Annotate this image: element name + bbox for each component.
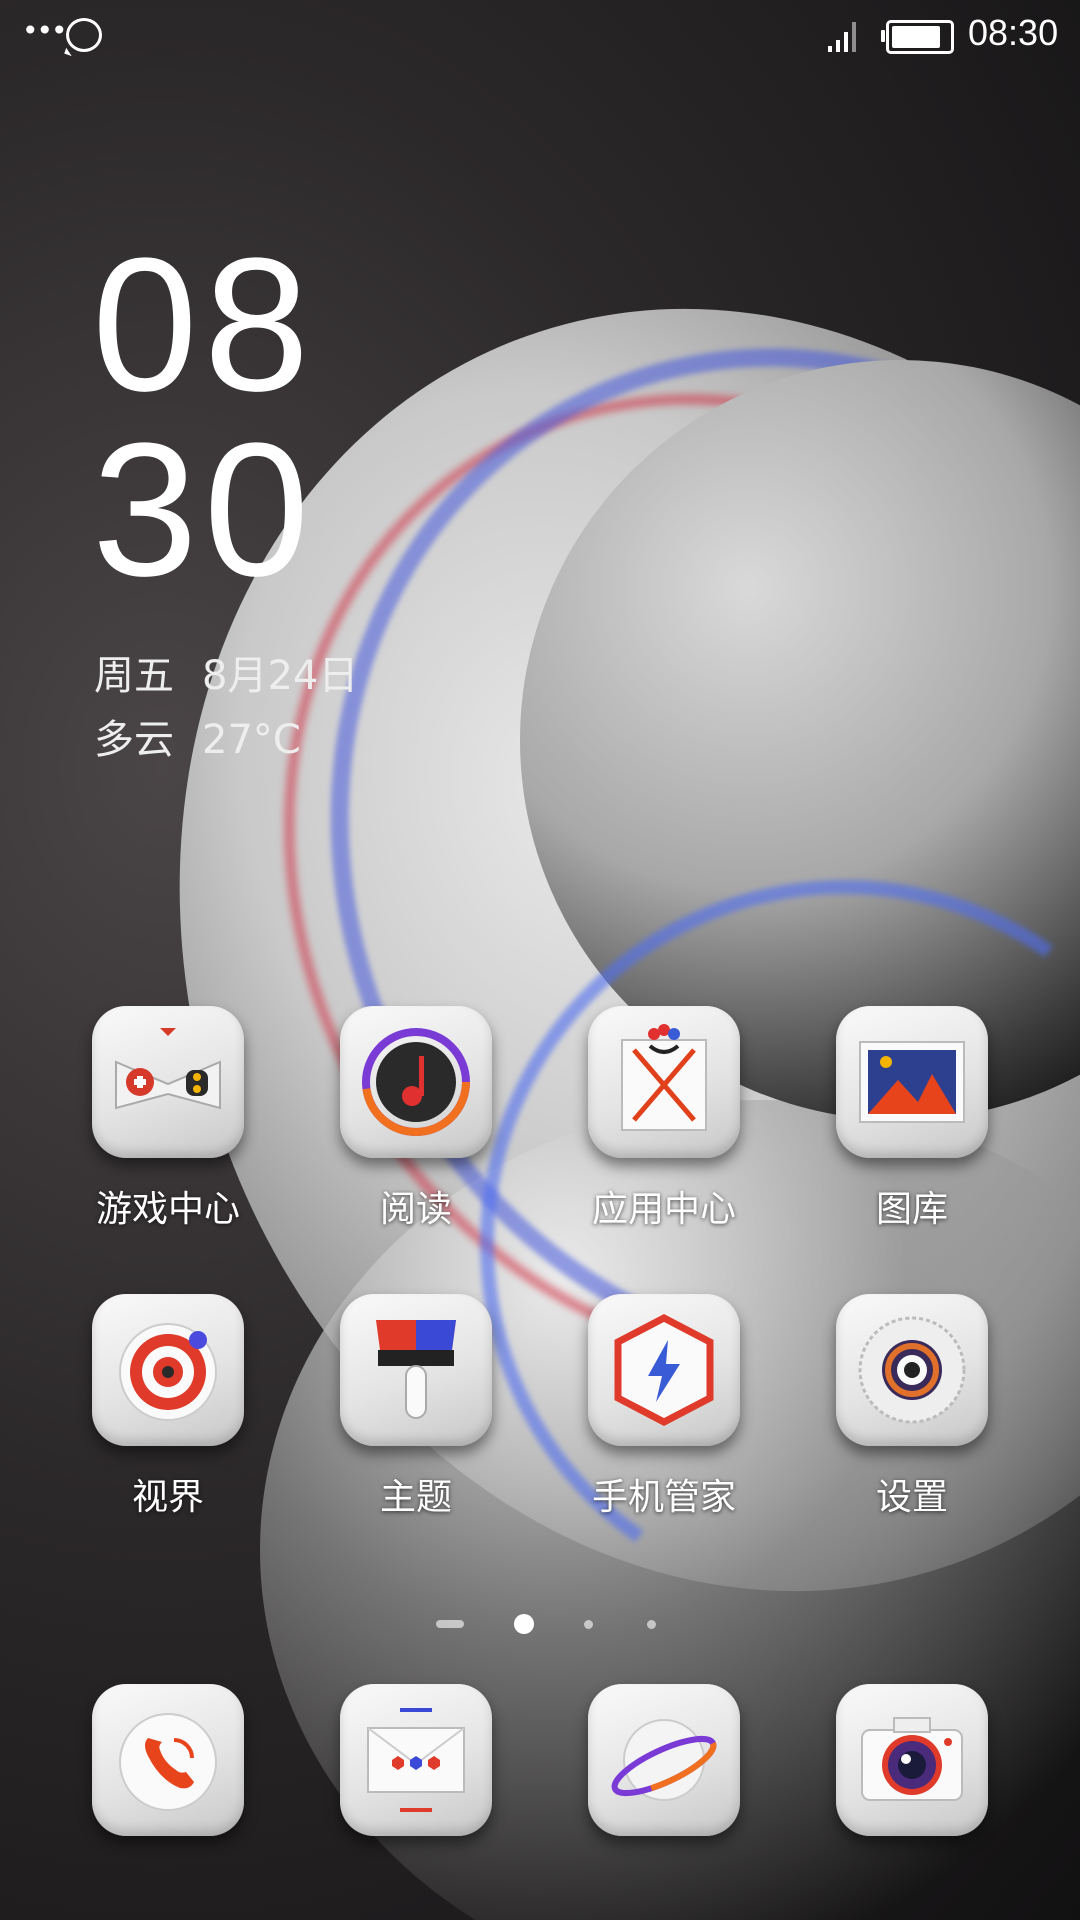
page-dot[interactable] xyxy=(584,1620,593,1629)
page-dot[interactable] xyxy=(647,1620,656,1629)
weekday: 周五 xyxy=(94,653,174,699)
more-dots-icon: ••• xyxy=(22,14,68,47)
gamepad-icon xyxy=(92,1006,244,1158)
reading-icon xyxy=(340,1006,492,1158)
battery-icon xyxy=(881,20,954,54)
app-label: 图库 xyxy=(875,1189,948,1230)
app-app-center[interactable]: 应用中心 xyxy=(564,1006,764,1232)
temperature: 27°C xyxy=(202,717,301,763)
app-gallery[interactable]: 图库 xyxy=(812,1006,1012,1232)
page-indicator[interactable] xyxy=(0,1610,1080,1640)
weather-condition: 多云 xyxy=(94,717,174,763)
date-line: 周五 8月24日 xyxy=(94,643,386,701)
status-bar: ••• 08:30 xyxy=(0,0,1080,70)
app-label: 视界 xyxy=(131,1477,204,1518)
app-label: 主题 xyxy=(379,1477,452,1518)
app-label: 设置 xyxy=(875,1477,948,1518)
app-theme[interactable]: 主题 xyxy=(316,1294,516,1520)
camera-icon xyxy=(836,1684,988,1836)
app-phone-manager[interactable]: 手机管家 xyxy=(564,1294,764,1520)
status-time: 08:30 xyxy=(968,12,1059,53)
date: 8月24日 xyxy=(202,653,359,699)
dock-camera[interactable] xyxy=(812,1684,1012,1836)
app-center-icon xyxy=(588,1006,740,1158)
weather-line[interactable]: 多云 27°C xyxy=(94,707,329,765)
app-settings[interactable]: 设置 xyxy=(812,1294,1012,1520)
browser-icon xyxy=(588,1684,740,1836)
settings-gear-icon xyxy=(836,1294,988,1446)
app-label: 应用中心 xyxy=(591,1189,736,1230)
clock-hour[interactable]: 08 xyxy=(92,230,315,420)
app-video[interactable]: 视界 xyxy=(68,1294,268,1520)
messages-icon xyxy=(340,1684,492,1836)
shield-icon xyxy=(588,1294,740,1446)
phone-icon xyxy=(92,1684,244,1836)
dock-browser[interactable] xyxy=(564,1684,764,1836)
chat-bubble-icon xyxy=(66,18,102,52)
clock-minute[interactable]: 30 xyxy=(92,415,315,605)
gallery-icon xyxy=(836,1006,988,1158)
page-dot-home[interactable] xyxy=(436,1620,464,1628)
app-label: 阅读 xyxy=(379,1189,452,1230)
app-label: 游戏中心 xyxy=(95,1189,240,1230)
page-dot-active[interactable] xyxy=(514,1614,534,1634)
video-icon xyxy=(92,1294,244,1446)
dock-phone[interactable] xyxy=(68,1684,268,1836)
cellular-signal-icon xyxy=(828,20,858,52)
app-game-center[interactable]: 游戏中心 xyxy=(68,1006,268,1232)
paintbrush-icon xyxy=(340,1294,492,1446)
app-label: 手机管家 xyxy=(591,1477,736,1518)
app-reading[interactable]: 阅读 xyxy=(316,1006,516,1232)
dock-messages[interactable] xyxy=(316,1684,516,1836)
